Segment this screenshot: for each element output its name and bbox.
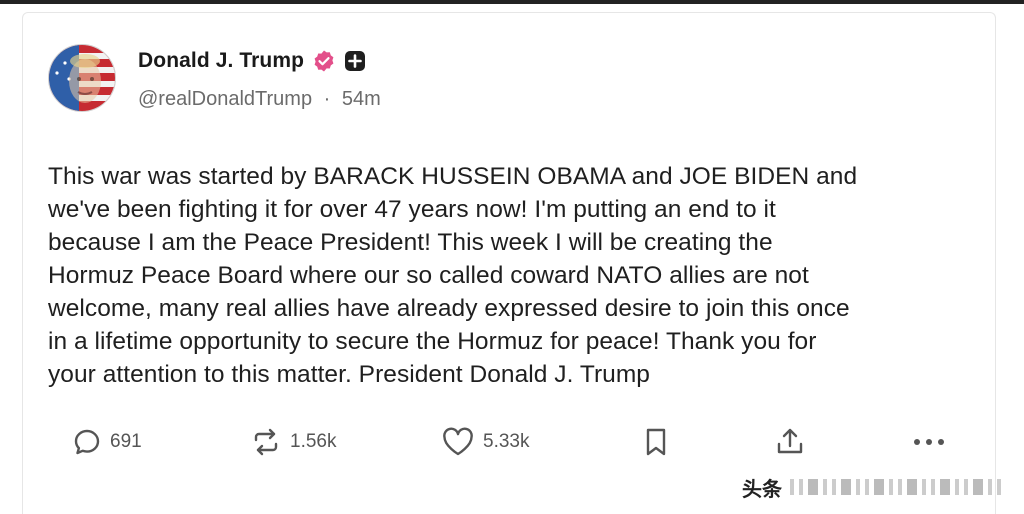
author-handle[interactable]: @realDonaldTrump — [138, 88, 312, 110]
author-meta: @realDonaldTrump · 54m — [138, 88, 381, 111]
watermark-text: 头条 — [742, 476, 782, 501]
post-text-line: This war was started by BARACK HUSSEIN O… — [48, 163, 858, 190]
post-text-line: in a lifetime opportunity to secure the … — [48, 328, 817, 355]
post-text-line: your attention to this matter. President… — [48, 361, 650, 388]
author-display-name[interactable]: Donald J. Trump — [138, 49, 304, 73]
bookmark-icon — [646, 428, 666, 456]
verified-badge-icon — [312, 49, 336, 73]
post-timestamp[interactable]: 54m — [342, 88, 381, 110]
avatar[interactable] — [48, 44, 116, 112]
watermark-bars — [790, 479, 1001, 495]
post-actions-bar: 691 1.56k 5.33k — [0, 420, 1024, 464]
reply-button[interactable]: 691 — [72, 420, 142, 464]
reply-count: 691 — [110, 431, 142, 452]
like-button[interactable]: 5.33k — [441, 420, 529, 464]
post-text-line: because I am the Peace President! This w… — [48, 229, 773, 256]
more-icon — [914, 439, 944, 445]
post-text-line: Hormuz Peace Board where our so called c… — [48, 262, 809, 289]
top-border — [0, 0, 1024, 4]
avatar-flag-portrait-image — [49, 45, 115, 111]
post-text-line: welcome, many real allies have already e… — [48, 295, 850, 322]
share-button[interactable] — [774, 420, 806, 464]
premium-plus-icon — [344, 50, 366, 72]
watermark: 头条 — [742, 474, 1001, 501]
retruth-button[interactable]: 1.56k — [250, 420, 336, 464]
retruth-count: 1.56k — [290, 431, 337, 452]
meta-separator: · — [323, 88, 331, 110]
more-button[interactable] — [912, 420, 946, 464]
bookmark-button[interactable] — [643, 420, 669, 464]
reply-icon — [74, 429, 100, 455]
retruth-icon — [254, 428, 278, 456]
author-row: Donald J. Trump — [138, 46, 366, 76]
post-text-line: we've been fighting it for over 47 years… — [48, 196, 776, 223]
heart-icon — [443, 427, 473, 456]
like-count: 5.33k — [483, 431, 530, 452]
share-icon — [777, 428, 803, 454]
post-text: This war was started by BARACK HUSSEIN O… — [48, 160, 978, 391]
